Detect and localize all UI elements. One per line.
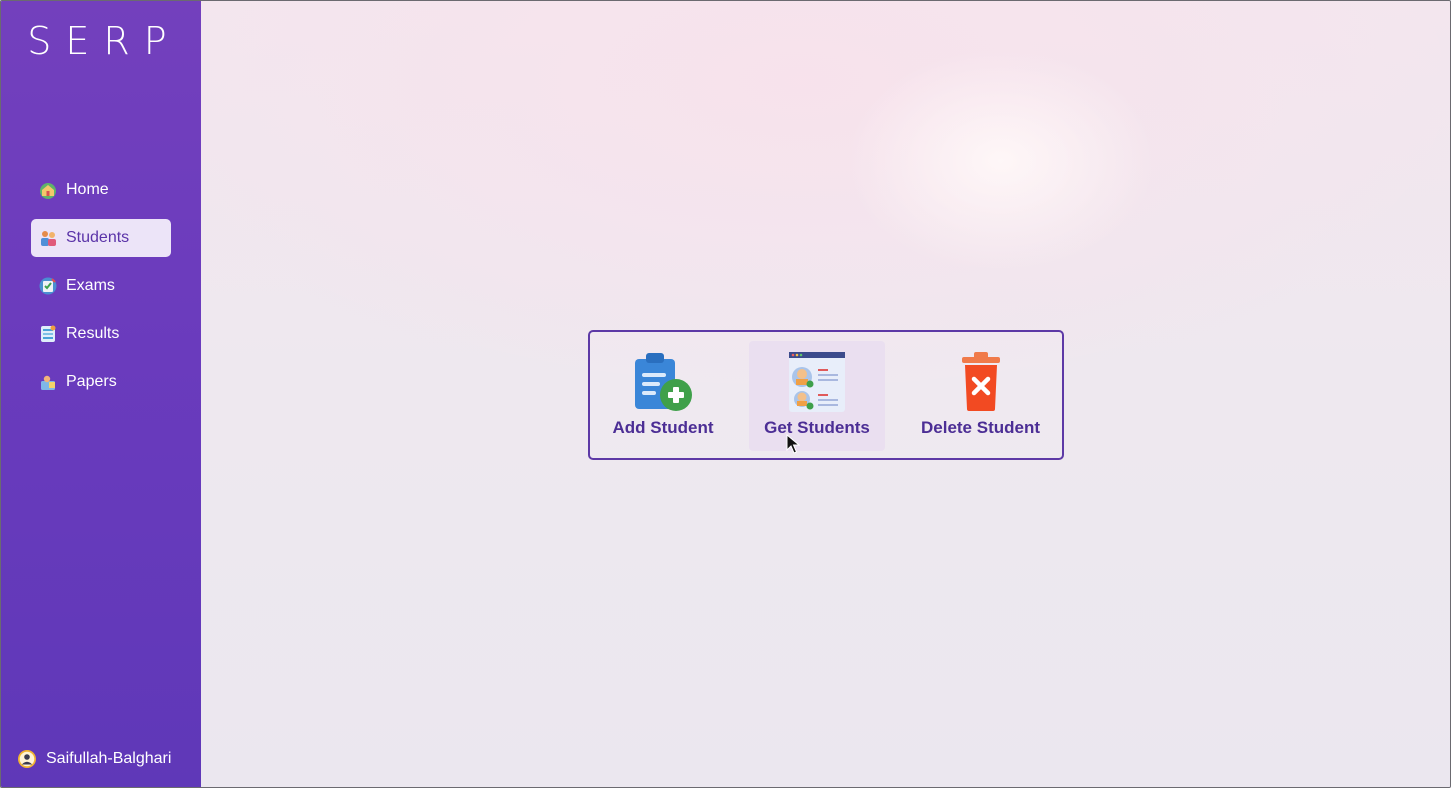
user-profile[interactable]: Saifullah-Balghari — [17, 749, 171, 769]
home-icon — [40, 183, 56, 199]
sidebar-item-label: Students — [66, 229, 130, 246]
add-clipboard-icon — [635, 353, 692, 411]
add-student-label: Add Student — [612, 418, 714, 437]
brand-logo: SERP — [27, 19, 181, 63]
sidebar-item-home[interactable]: Home — [31, 171, 171, 209]
sidebar-item-papers[interactable]: Papers — [31, 363, 171, 401]
sidebar: SERP Home Students Exams Results Papers … — [1, 1, 201, 787]
sidebar-item-exams[interactable]: Exams — [31, 267, 171, 305]
user-name: Saifullah-Balghari — [46, 750, 172, 767]
trash-delete-icon — [961, 352, 1000, 411]
sidebar-item-students[interactable]: Students — [31, 219, 171, 257]
get-students-label: Get Students — [764, 418, 870, 437]
user-avatar-icon — [18, 750, 36, 768]
delete-student-button[interactable]: Delete Student — [908, 341, 1053, 451]
sidebar-item-label: Exams — [66, 277, 115, 294]
student-actions-panel: Add Student Get Students Delete Student — [588, 330, 1064, 460]
results-icon — [41, 325, 56, 342]
mouse-pointer-icon — [786, 434, 800, 454]
main-content: Add Student Get Students Delete Student — [201, 1, 1450, 787]
papers-icon — [41, 375, 55, 390]
sidebar-item-results[interactable]: Results — [31, 315, 171, 353]
get-students-button[interactable]: Get Students — [749, 341, 885, 451]
sidebar-item-label: Papers — [66, 373, 117, 390]
delete-student-label: Delete Student — [920, 418, 1041, 437]
exams-icon — [39, 277, 57, 295]
student-list-icon — [789, 352, 845, 412]
add-student-button[interactable]: Add Student — [603, 341, 723, 451]
sidebar-nav: Home Students Exams Results Papers — [31, 171, 171, 411]
sidebar-item-label: Results — [66, 325, 120, 342]
app-window: SERP Home Students Exams Results Papers … — [0, 0, 1451, 788]
sidebar-item-label: Home — [66, 181, 109, 198]
students-icon — [41, 231, 56, 246]
